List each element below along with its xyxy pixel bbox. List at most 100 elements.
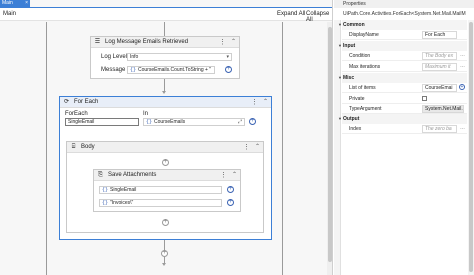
log-message-header: ☰ Log Message Emails Retrieved ⋮ ⌃ [91,37,239,48]
property-condition[interactable]: Condition The Body ex … [342,51,467,61]
category-output[interactable]: ▼ Output [338,114,467,124]
properties-scrollbar[interactable] [468,20,474,275]
log-level-select[interactable]: Info ▾ [127,53,232,61]
collapse-triangle-icon[interactable]: ▼ [338,75,342,80]
designer-scrollbar[interactable] [327,22,332,275]
property-private[interactable]: Private [342,94,467,104]
property-key: TypeArgument [349,106,382,112]
category-label: Output [343,116,360,122]
ellipsis-icon[interactable]: … [460,63,465,69]
property-key: Max iterations [349,64,381,70]
property-key: Index [349,126,362,132]
expand-all-button[interactable]: Expand All [277,11,305,17]
breadcrumb[interactable]: Main [3,11,16,17]
category-input[interactable]: ▼ Input [338,41,467,51]
save-attachments-header: ⎘ Save Attachments ⋮ ⌃ [94,170,240,181]
property-displayname[interactable]: DisplayName For Each [342,30,467,40]
collapse-triangle-icon[interactable]: ▼ [338,43,342,48]
add-activity-icon[interactable]: + [161,250,168,257]
for-each-header: ⟳ For Each ⋮ ⌃ [60,97,271,108]
for-each-activity[interactable]: ⟳ For Each ⋮ ⌃ ForEach SingleEmail In {}… [59,96,272,240]
mail-message-field[interactable]: {} SingleEmail [99,186,222,194]
ellipsis-icon[interactable]: … [460,125,465,131]
message-value: CourseEmails.Count.ToString + " [138,67,212,73]
in-value: CourseEmails [154,119,186,125]
property-max-iterations[interactable]: Max iterations Maximum it … [342,62,467,72]
body-title: Body [81,144,95,150]
mail-message-value: SingleEmail [110,187,137,193]
add-argument-icon[interactable]: + [225,66,232,73]
property-list-of-items[interactable]: List of items CourseEmai + [342,83,467,93]
collapse-icon[interactable]: ⌃ [255,143,260,150]
add-argument-icon[interactable]: + [227,186,234,193]
chevron-down-icon: ▾ [226,54,229,60]
category-common[interactable]: ▼ Common [338,20,467,30]
save-attachments-activity[interactable]: ⎘ Save Attachments ⋮ ⌃ {} SingleEmail + {… [93,169,241,212]
property-key: List of items [349,85,376,91]
in-collection-field[interactable]: {} CourseEmails ⤢ [143,118,245,126]
kebab-menu-icon[interactable]: ⋮ [219,38,226,46]
property-value[interactable]: Maximum it [422,63,457,71]
connector [164,240,165,250]
expression-icon: {} [102,200,109,206]
properties-gutter [334,20,341,275]
add-argument-icon[interactable]: + [227,199,234,206]
collapse-triangle-icon[interactable]: ▼ [338,22,342,27]
property-value[interactable]: For Each [422,31,457,39]
connector [164,22,165,36]
foreach-value: SingleEmail [68,119,95,125]
collapse-triangle-icon[interactable]: ▼ [338,116,342,121]
log-message-activity[interactable]: ☰ Log Message Emails Retrieved ⋮ ⌃ Log L… [90,36,240,79]
add-activity-icon[interactable]: + [162,219,169,226]
add-activity-icon[interactable]: + [162,159,169,166]
property-value[interactable]: System.Net.Mail.M [422,105,464,113]
body-container[interactable]: ⌸ Body ⋮ ⌃ + ⎘ Save Attachments ⋮ ⌃ {} Si… [66,141,264,233]
property-value[interactable]: The Body ex [422,52,457,60]
property-value[interactable]: CourseEmai [422,84,457,92]
private-checkbox[interactable] [422,96,427,101]
category-label: Misc [343,75,355,81]
close-tab-icon[interactable]: × [25,0,28,7]
in-label: In [143,111,149,117]
property-key: DisplayName [349,32,379,38]
kebab-menu-icon[interactable]: ⋮ [251,98,258,106]
property-key: Private [349,96,365,102]
ellipsis-icon[interactable]: … [460,52,465,58]
properties-title: Properties [334,0,474,8]
expand-editor-icon[interactable]: ⤢ [238,119,242,125]
tab-main-label: Main [2,0,13,6]
scrollbar-thumb[interactable] [469,22,473,272]
collapse-icon[interactable]: ⌃ [231,38,236,45]
property-type-argument[interactable]: TypeArgument System.Net.Mail.M [342,104,467,114]
scrollbar-thumb[interactable] [328,27,332,262]
designer-header: Main Expand All Collapse All [0,8,332,23]
foreach-variable-input[interactable]: SingleEmail [65,118,139,126]
kebab-menu-icon[interactable]: ⋮ [220,171,227,179]
tab-main[interactable]: Main × [0,0,30,7]
log-level-value: Info [130,54,139,60]
for-each-title: For Each [74,99,99,105]
category-label: Common [343,22,365,28]
category-misc[interactable]: ▼ Misc [338,73,467,83]
category-label: Input [343,43,356,49]
attachment-icon: ⎘ [98,172,103,178]
property-value[interactable]: The zero ba [422,125,457,133]
sequence-border-right [282,22,283,275]
collapse-icon[interactable]: ⌃ [263,98,268,105]
property-key: Condition [349,53,371,59]
collapse-icon[interactable]: ⌃ [232,171,237,178]
for-each-icon: ⟳ [63,99,70,105]
add-icon[interactable]: + [459,84,465,90]
arrow-down-icon [162,91,166,94]
message-field[interactable]: {} CourseEmails.Count.ToString + " [127,66,215,74]
save-attachments-title: Save Attachments [108,172,157,178]
expression-icon: {} [146,119,153,125]
kebab-menu-icon[interactable]: ⋮ [243,143,250,151]
expression-icon: {} [130,67,137,73]
property-index[interactable]: Index The zero ba … [342,124,467,134]
add-argument-icon[interactable]: + [249,118,256,125]
log-message-icon: ☰ [94,39,101,45]
folder-path-field[interactable]: {} "Invoices\" [99,199,222,207]
foreach-label: ForEach [65,111,88,117]
log-level-label: Log Level [101,54,128,60]
